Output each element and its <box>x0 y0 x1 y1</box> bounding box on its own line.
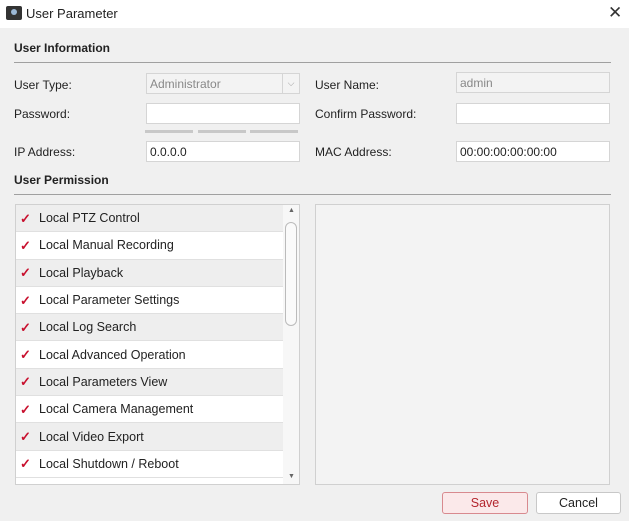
checkbox-checked-icon[interactable]: ✓ <box>20 348 33 361</box>
confirm-password-label: Confirm Password: <box>315 107 417 121</box>
app-camera-icon <box>6 6 22 20</box>
password-input[interactable] <box>146 103 300 124</box>
permission-item-label: Local PTZ Control <box>39 211 140 226</box>
checkbox-checked-icon[interactable]: ✓ <box>20 430 33 443</box>
checkbox-checked-icon[interactable]: ✓ <box>20 294 33 307</box>
password-strength-bar-3 <box>250 130 298 133</box>
checkbox-checked-icon[interactable]: ✓ <box>20 239 33 252</box>
ip-address-label: IP Address: <box>14 145 76 159</box>
permission-item[interactable]: ✓ Local Playback <box>16 259 284 287</box>
permission-item-label: Local Parameters View <box>39 374 168 389</box>
ip-address-input[interactable]: 0.0.0.0 <box>146 141 300 162</box>
cancel-button[interactable]: Cancel <box>536 492 621 514</box>
permission-detail-panel <box>315 204 610 485</box>
mac-address-input[interactable]: 00:00:00:00:00:00 <box>456 141 610 162</box>
permission-item[interactable]: ✓ Local PTZ Control <box>16 205 284 233</box>
permission-item-label: Local Shutdown / Reboot <box>39 456 179 471</box>
password-strength-bar-1 <box>145 130 193 133</box>
permission-item[interactable]: ✓ Local Parameter Settings <box>16 287 284 315</box>
checkbox-checked-icon[interactable]: ✓ <box>20 457 33 470</box>
user-type-select[interactable]: Administrator ⌵ <box>146 73 300 94</box>
checkbox-checked-icon[interactable]: ✓ <box>20 212 33 225</box>
permission-item-label: Local Log Search <box>39 320 137 335</box>
checkbox-checked-icon[interactable]: ✓ <box>20 403 33 416</box>
mac-address-label: MAC Address: <box>315 145 392 159</box>
password-strength-bar-2 <box>198 130 246 133</box>
confirm-password-input[interactable] <box>456 103 610 124</box>
chevron-down-icon[interactable]: ⌵ <box>282 74 299 93</box>
user-name-input[interactable]: admin <box>456 72 610 93</box>
scrollbar-thumb[interactable] <box>285 222 297 326</box>
save-button[interactable]: Save <box>442 492 528 514</box>
user-type-value: Administrator <box>150 77 221 91</box>
checkbox-checked-icon[interactable]: ✓ <box>20 266 33 279</box>
permission-item-label: Local Camera Management <box>39 402 194 417</box>
permission-item-label: Local Video Export <box>39 429 144 444</box>
permission-item[interactable]: ✓ Local Video Export <box>16 423 284 451</box>
user-type-label: User Type: <box>14 78 72 92</box>
divider <box>14 194 611 195</box>
permission-item[interactable]: ✓ Local Shutdown / Reboot <box>16 451 284 478</box>
permission-item-label: Local Parameter Settings <box>39 293 180 308</box>
checkbox-checked-icon[interactable]: ✓ <box>20 321 33 334</box>
permission-item[interactable]: ✓ Local Log Search <box>16 314 284 342</box>
permission-item[interactable]: ✓ Local Parameters View <box>16 368 284 397</box>
scroll-down-icon[interactable]: ▼ <box>288 473 295 480</box>
permission-list: ✓ Local PTZ Control ✓ Local Manual Recordin… <box>15 204 300 485</box>
window-title: User Parameter <box>26 6 118 21</box>
password-label: Password: <box>14 107 71 121</box>
user-name-label: User Name: <box>315 78 380 92</box>
user-information-heading: User Information <box>14 41 111 55</box>
permission-item[interactable]: ✓ Local Camera Management <box>16 396 284 424</box>
divider <box>14 62 611 63</box>
permission-item-label: Local Advanced Operation <box>39 347 186 362</box>
close-icon[interactable]: ✕ <box>608 3 622 23</box>
permission-item-label: Local Playback <box>39 265 124 280</box>
permission-item[interactable]: ✓ Local Advanced Operation <box>16 341 284 369</box>
checkbox-checked-icon[interactable]: ✓ <box>20 375 33 388</box>
permission-item[interactable]: ✓ Local Manual Recording <box>16 232 284 260</box>
scroll-up-icon[interactable]: ▲ <box>288 207 295 214</box>
permission-item-label: Local Manual Recording <box>39 238 174 253</box>
user-permission-heading: User Permission <box>14 173 109 187</box>
